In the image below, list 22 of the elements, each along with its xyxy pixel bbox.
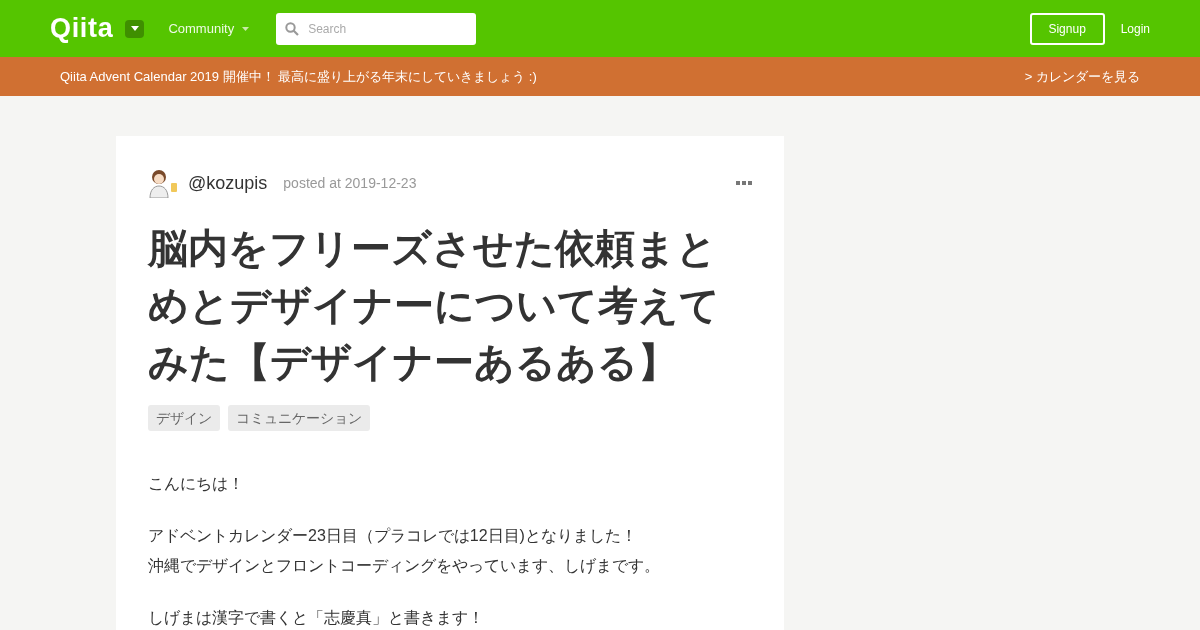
paragraph-line: こんにちは！ (148, 474, 245, 494)
more-button[interactable] (736, 181, 752, 185)
avatar-icon[interactable] (148, 168, 180, 198)
paragraph-line: しげまは漢字で書くと「志慶真」と書きます！ (148, 608, 485, 628)
community-menu[interactable]: Community (168, 18, 250, 39)
caret-icon (130, 26, 139, 31)
posted-date: posted at 2019-12-23 (283, 173, 417, 193)
tag-link[interactable]: コミュニケーション (228, 405, 370, 431)
dropdown-button[interactable] (125, 19, 145, 38)
article-title: 脳内をフリーズさせた依頼まとめとデザイナーについて考えてみた【デザイナーあるある】 (148, 225, 721, 386)
paragraph-line: アドベントカレンダー23日目（プラコレでは12日目)となりました！ (148, 526, 638, 546)
author-link[interactable]: @kozupis (188, 169, 268, 197)
tag-link[interactable]: デザイン (148, 405, 220, 431)
signup-button[interactable]: Signup (1029, 12, 1105, 45)
calendar-link[interactable]: > カレンダーを見る (1024, 66, 1140, 87)
caret-icon (242, 26, 250, 31)
qiita-logo[interactable]: Qiita (50, 15, 114, 42)
search-field[interactable]: Search (276, 12, 477, 45)
search-icon (285, 21, 300, 36)
banner-message: Qiita Advent Calendar 2019 開催中！ 最高に盛り上がる年末にしていきましょう :) (60, 67, 537, 86)
paragraph-line: 沖縄でデザインとフロントコーディングをやっています、しげまです。 (148, 556, 661, 576)
login-link[interactable]: Login (1120, 19, 1150, 38)
